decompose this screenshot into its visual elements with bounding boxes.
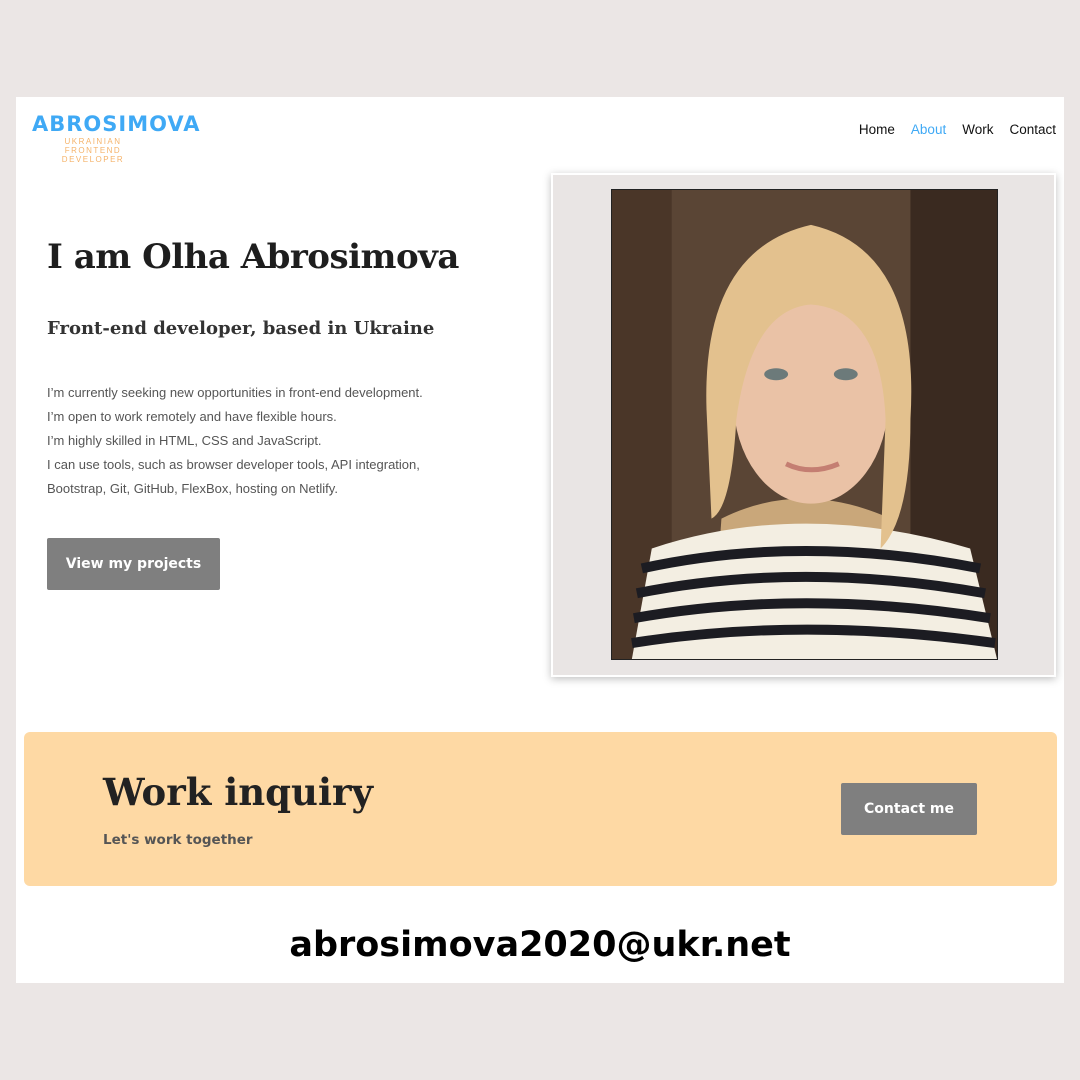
- description-line: I’m open to work remotely and have flexi…: [47, 409, 337, 424]
- description-line: I can use tools, such as browser develop…: [47, 457, 420, 472]
- description-line: Bootstrap, Git, GitHub, FlexBox, hosting…: [47, 481, 338, 496]
- hero-subtitle: Front-end developer, based in Ukraine: [47, 318, 435, 339]
- page-container: ABROSIMOVA UKRAINIAN FRONTEND DEVELOPER …: [16, 97, 1064, 983]
- nav-item-contact[interactable]: Contact: [1009, 122, 1056, 137]
- nav-item-work[interactable]: Work: [962, 122, 993, 137]
- portrait-illustration: [612, 190, 997, 659]
- hero-description: I’m currently seeking new opportunities …: [47, 381, 517, 501]
- contact-email[interactable]: abrosimova2020@ukr.net: [16, 925, 1064, 965]
- work-inquiry-banner: Work inquiry Let's work together Contact…: [24, 732, 1057, 886]
- view-projects-button[interactable]: View my projects: [47, 538, 220, 590]
- nav-item-home[interactable]: Home: [859, 122, 895, 137]
- logo-title: ABROSIMOVA: [32, 112, 201, 136]
- profile-photo-frame: [551, 173, 1056, 677]
- description-line: I’m currently seeking new opportunities …: [47, 385, 423, 400]
- main-nav: Home About Work Contact: [859, 122, 1056, 137]
- description-line: I’m highly skilled in HTML, CSS and Java…: [47, 433, 322, 448]
- inquiry-title: Work inquiry: [103, 770, 374, 814]
- inquiry-subtitle: Let's work together: [103, 832, 253, 848]
- logo-subtitle: UKRAINIAN FRONTEND DEVELOPER: [61, 137, 125, 164]
- nav-item-about[interactable]: About: [911, 122, 946, 137]
- hero-title: I am Olha Abrosimova: [47, 237, 459, 277]
- contact-me-button[interactable]: Contact me: [841, 783, 977, 835]
- profile-photo: [611, 189, 998, 660]
- logo[interactable]: ABROSIMOVA UKRAINIAN FRONTEND DEVELOPER: [32, 111, 201, 164]
